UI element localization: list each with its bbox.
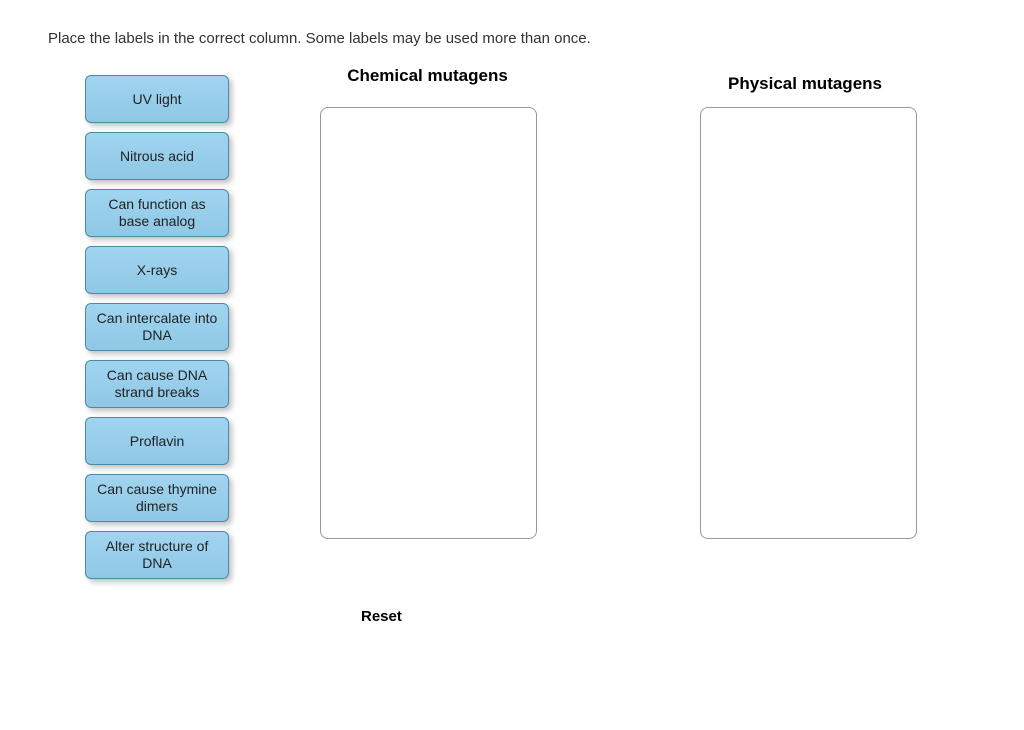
drop-zone-physical[interactable] — [700, 107, 917, 539]
instructions-text: Place the labels in the correct column. … — [48, 30, 591, 47]
label-proflavin[interactable]: Proflavin — [85, 417, 229, 465]
column-header-chemical: Chemical mutagens — [320, 66, 535, 86]
label-intercalate-dna[interactable]: Can intercalate into DNA — [85, 303, 229, 351]
label-dna-strand-breaks[interactable]: Can cause DNA strand breaks — [85, 360, 229, 408]
drop-zone-chemical[interactable] — [320, 107, 537, 539]
label-alter-structure-dna[interactable]: Alter structure of DNA — [85, 531, 229, 579]
label-nitrous-acid[interactable]: Nitrous acid — [85, 132, 229, 180]
label-uv-light[interactable]: UV light — [85, 75, 229, 123]
label-base-analog[interactable]: Can function as base analog — [85, 189, 229, 237]
reset-button[interactable]: Reset — [361, 608, 402, 625]
label-x-rays[interactable]: X-rays — [85, 246, 229, 294]
labels-source-column: UV light Nitrous acid Can function as ba… — [85, 75, 229, 579]
column-header-physical: Physical mutagens — [660, 74, 950, 94]
label-thymine-dimers[interactable]: Can cause thymine dimers — [85, 474, 229, 522]
